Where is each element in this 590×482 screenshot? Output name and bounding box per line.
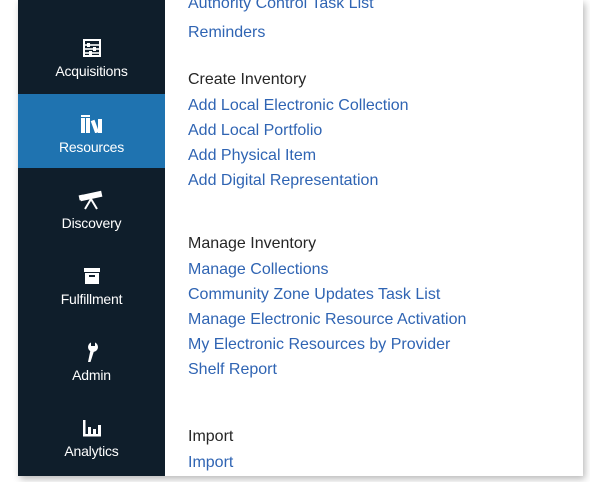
- archive-box-icon: [18, 264, 165, 288]
- wrench-icon: [18, 340, 165, 364]
- link-authority-control-task-list[interactable]: Authority Control Task List: [188, 0, 374, 16]
- sidebar-item-fulfillment[interactable]: Fulfillment: [18, 246, 165, 320]
- resources-menu-content: Authority Control Task List Reminders Cr…: [188, 0, 583, 476]
- section-title: Manage Inventory: [188, 235, 317, 252]
- link-shelf-report[interactable]: Shelf Report: [188, 357, 466, 382]
- link-add-digital-representation[interactable]: Add Digital Representation: [188, 168, 409, 193]
- sidebar-item-acquisitions[interactable]: Acquisitions: [18, 18, 165, 92]
- link-community-zone-updates-task-list[interactable]: Community Zone Updates Task List: [188, 282, 466, 307]
- telescope-icon: [18, 188, 165, 212]
- sidebar-item-label: Admin: [72, 367, 111, 383]
- link-manage-electronic-resource-activation[interactable]: Manage Electronic Resource Activation: [188, 307, 466, 332]
- section-create-inventory: Create Inventory Add Local Electronic Co…: [188, 69, 409, 193]
- sidebar-item-discovery[interactable]: Discovery: [18, 170, 165, 244]
- section-title: Import: [188, 428, 234, 445]
- window-frame: Acquisitions Resources Discovery Fulfill…: [0, 0, 590, 482]
- link-add-physical-item[interactable]: Add Physical Item: [188, 143, 409, 168]
- section-manage-inventory: Manage Inventory Manage Collections Comm…: [188, 233, 466, 382]
- sidebar-item-analytics[interactable]: Analytics: [18, 398, 165, 472]
- link-import[interactable]: Import: [188, 450, 233, 475]
- section-title: Create Inventory: [188, 71, 307, 88]
- bar-chart-icon: [18, 416, 165, 440]
- sidebar-item-admin[interactable]: Admin: [18, 322, 165, 396]
- left-navigation-sidebar: Acquisitions Resources Discovery Fulfill…: [18, 0, 165, 476]
- link-add-local-portfolio[interactable]: Add Local Portfolio: [188, 118, 409, 143]
- sidebar-item-label: Fulfillment: [60, 291, 123, 307]
- link-reminders[interactable]: Reminders: [188, 20, 265, 45]
- sidebar-item-label: Discovery: [61, 215, 122, 231]
- books-icon: [18, 112, 165, 136]
- sidebar-item-label: Resources: [58, 139, 125, 155]
- section-import: Import Import: [188, 426, 233, 475]
- main-panel: Acquisitions Resources Discovery Fulfill…: [18, 0, 583, 476]
- sidebar-item-label: Acquisitions: [55, 63, 128, 79]
- sidebar-item-label: Analytics: [64, 443, 119, 459]
- link-my-electronic-resources-by-provider[interactable]: My Electronic Resources by Provider: [188, 332, 466, 357]
- sidebar-item-resources[interactable]: Resources: [18, 94, 165, 168]
- link-add-local-electronic-collection[interactable]: Add Local Electronic Collection: [188, 93, 409, 118]
- abacus-icon: [18, 36, 165, 60]
- link-manage-collections[interactable]: Manage Collections: [188, 257, 466, 282]
